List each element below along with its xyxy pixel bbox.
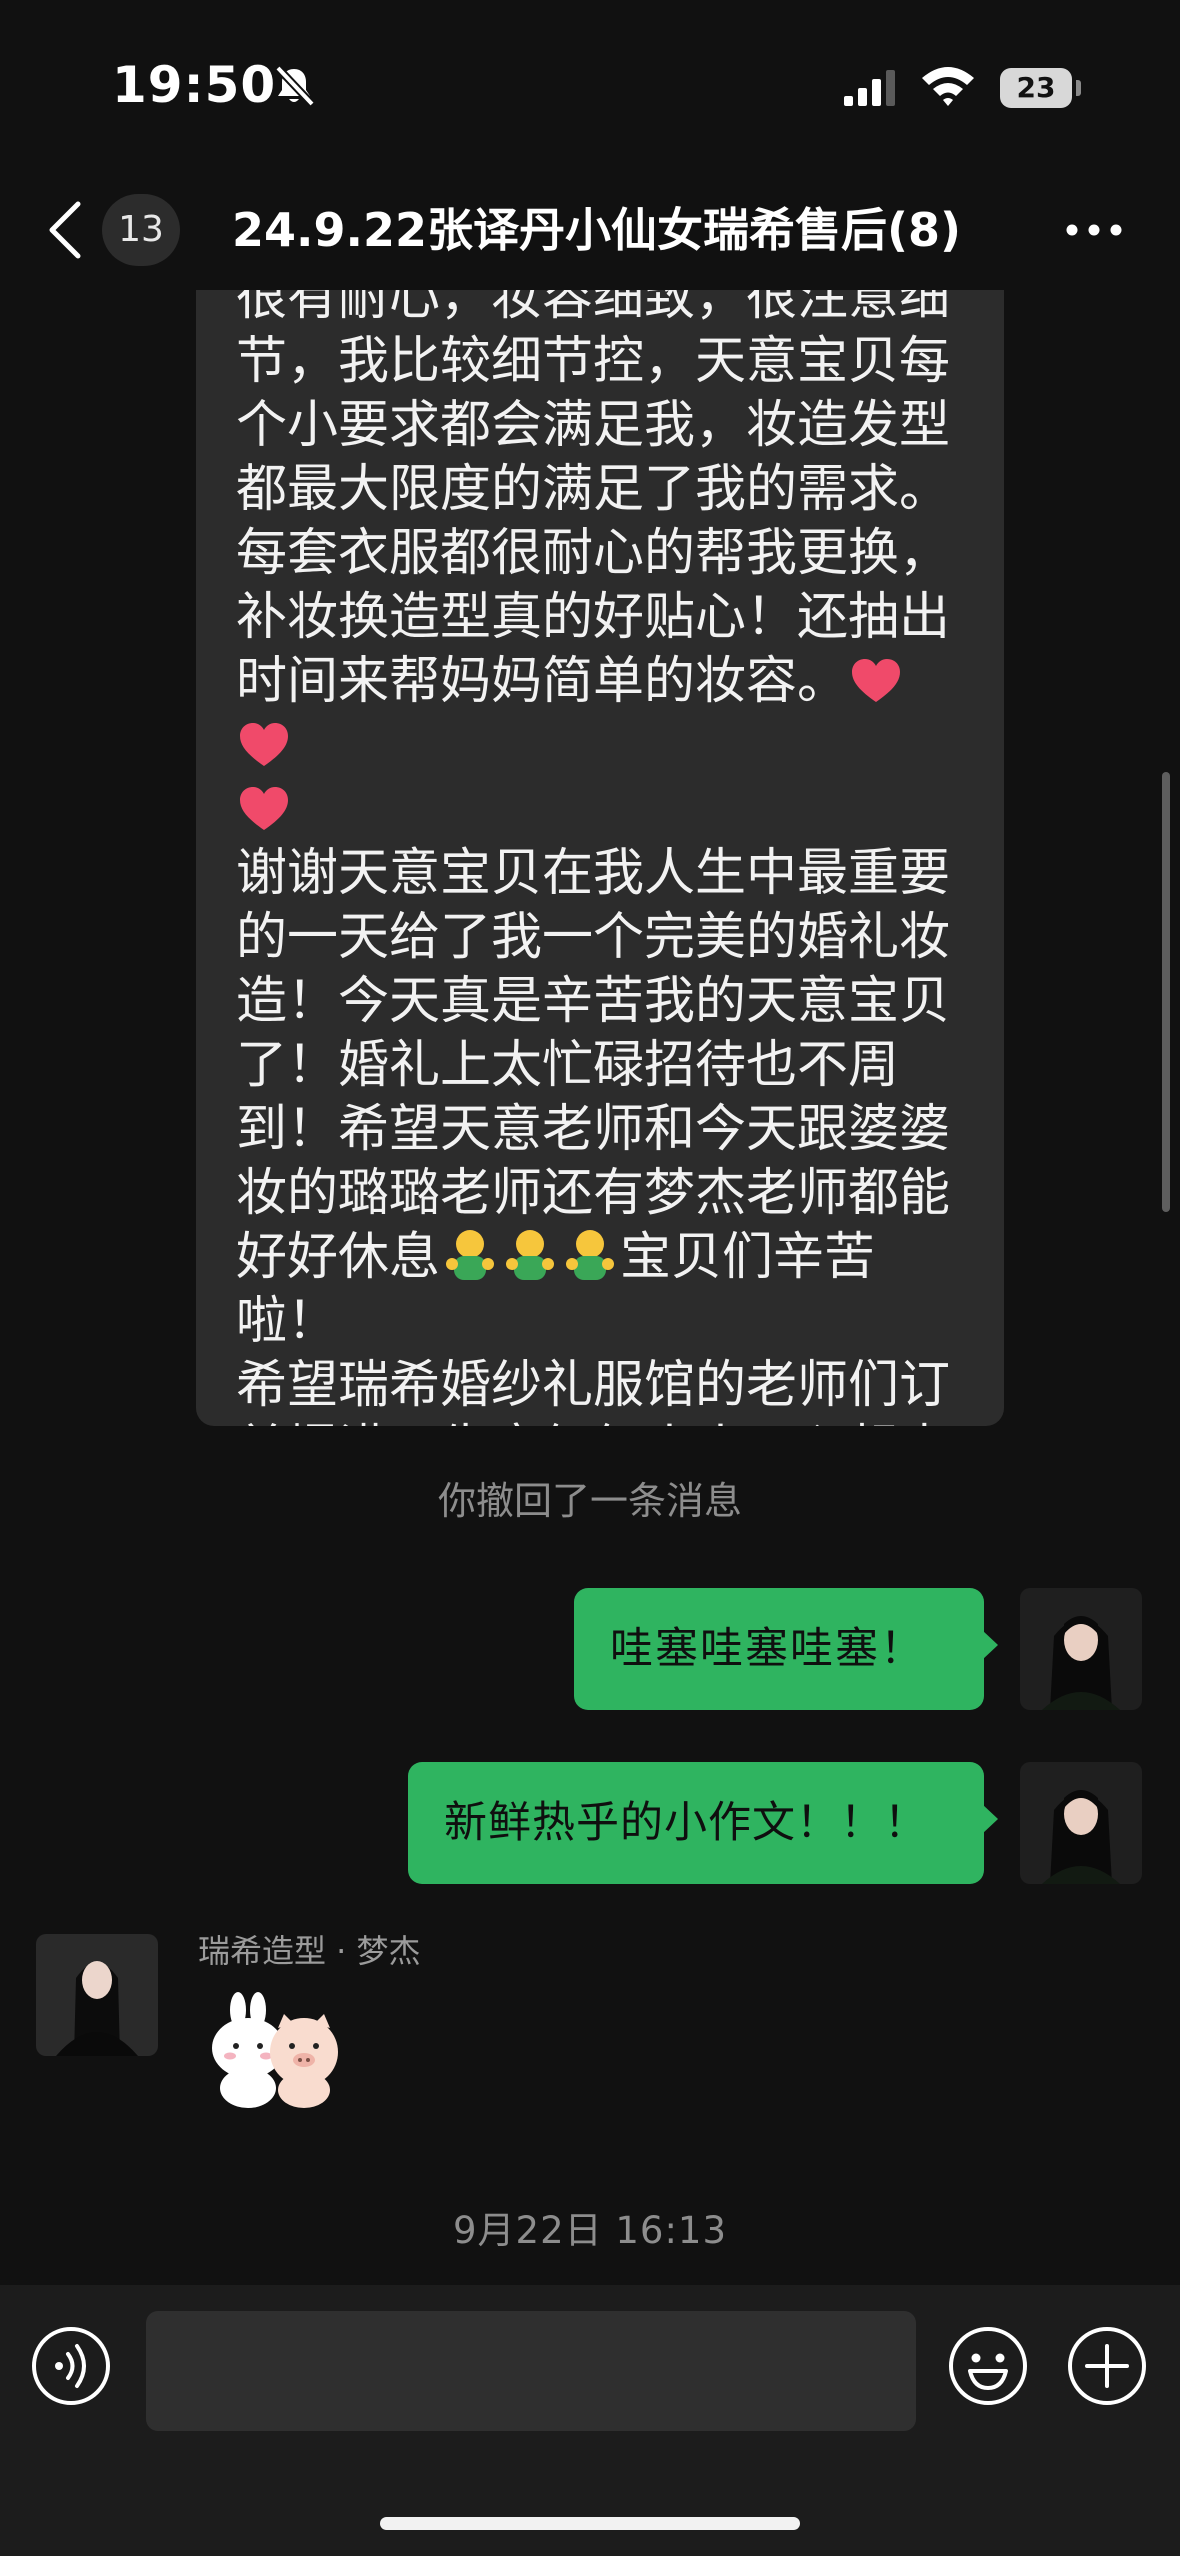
avatar[interactable] <box>1020 1762 1142 1884</box>
message-line: 到！希望天意老师和今天跟婆婆 <box>236 1100 951 1159</box>
incoming-text-message[interactable]: 很有耐心，妆容细致，很注意细 节，我比较细节控，天意宝贝每 个小要求都会满足我，… <box>196 290 1004 1426</box>
nav-bar: 13 24.9.22张译丹小仙女瑞希售后(8) <box>0 170 1180 290</box>
voice-icon[interactable] <box>30 2325 112 2407</box>
message-segment: 好好休息 <box>236 1228 441 1287</box>
outgoing-message[interactable]: 新鲜热乎的小作文！！！ <box>408 1762 998 1884</box>
message-line-with-hearts: 时间来帮妈妈简单的妆容。 <box>236 650 956 778</box>
avatar[interactable] <box>1020 1588 1142 1710</box>
signal-icon <box>844 70 895 106</box>
heart-emoji <box>852 659 901 702</box>
heart-emoji <box>240 723 288 766</box>
add-icon[interactable] <box>1066 2325 1148 2407</box>
message-line: 时间来帮妈妈简单的妆容。 <box>236 652 849 711</box>
message-line: 很有耐心，妆容细致，很注意细 <box>236 290 951 327</box>
message-line: 造！今天真是辛苦我的天意宝贝 <box>236 972 951 1031</box>
message-line: 都最大限度的满足了我的需求。 <box>236 460 951 519</box>
scrollbar[interactable] <box>1162 772 1170 1212</box>
message-line-with-hugs: 好好休息 宝贝们辛苦啦！ <box>236 1226 956 1354</box>
message-line: 每套衣服都很耐心的帮我更换， <box>236 524 951 583</box>
message-line: 了！婚礼上太忙碌招待也不周 <box>236 1036 900 1095</box>
heart-line <box>236 778 956 842</box>
message-line: 希望瑞希婚纱礼服馆的老师们订 <box>236 1356 951 1415</box>
sender-name: 瑞希造型 · 梦杰 <box>198 1932 421 1970</box>
message-line: 个小要求都会满足我，妆造发型 <box>236 396 951 455</box>
avatar-sender-image <box>36 1934 158 2056</box>
outgoing-message[interactable]: 哇塞哇塞哇塞！ <box>574 1588 998 1710</box>
more-icon[interactable] <box>1064 220 1124 240</box>
hug-emoji <box>446 1230 495 1280</box>
battery-cap <box>1076 80 1081 96</box>
emoji-icon[interactable] <box>947 2325 1029 2407</box>
wifi-icon <box>922 67 974 106</box>
back-icon[interactable] <box>44 198 88 262</box>
message-line: 单爆满！生意红红火火，心想事 <box>236 1418 956 1426</box>
message-line: 节，我比较细节控，天意宝贝每 <box>236 332 951 391</box>
avatar-self-image <box>1020 1588 1142 1710</box>
status-bar: 19:50 23 <box>0 0 1180 170</box>
home-indicator[interactable] <box>380 2517 800 2530</box>
message-line: 补妆换造型真的好贴心！还抽出 <box>236 588 951 647</box>
avatar[interactable] <box>36 1934 158 2056</box>
message-input[interactable] <box>146 2311 916 2431</box>
chat-title: 24.9.22张译丹小仙女瑞希售后(8) <box>232 203 962 257</box>
avatar-self-image <box>1020 1762 1142 1884</box>
message-line: 谢谢天意宝贝在我人生中最重要 <box>236 844 951 903</box>
status-time: 19:50 <box>112 56 277 114</box>
sticker-message[interactable] <box>192 1990 352 2110</box>
message-timestamp: 9月22日 16:13 <box>452 2209 727 2252</box>
heart-emoji <box>240 787 288 830</box>
hug-emoji <box>506 1230 555 1280</box>
message-line: 的一天给了我一个完美的婚礼妆 <box>236 908 951 967</box>
input-bar <box>0 2285 1180 2556</box>
unread-count-badge[interactable]: 13 <box>102 194 180 266</box>
message-list[interactable]: 很有耐心，妆容细致，很注意细 节，我比较细节控，天意宝贝每 个小要求都会满足我，… <box>0 290 1180 2285</box>
recall-notice: 你撤回了一条消息 <box>437 1479 742 1523</box>
mute-icon <box>275 65 315 107</box>
message-line: 妆的璐璐老师还有梦杰老师都能 <box>236 1164 951 1223</box>
chat-screen: 19:50 23 13 24.9.22张译丹小仙女瑞希售后(8) 很有耐心，妆容… <box>0 0 1180 2556</box>
hug-emoji <box>566 1230 615 1280</box>
battery-level: 23 <box>1000 68 1072 108</box>
